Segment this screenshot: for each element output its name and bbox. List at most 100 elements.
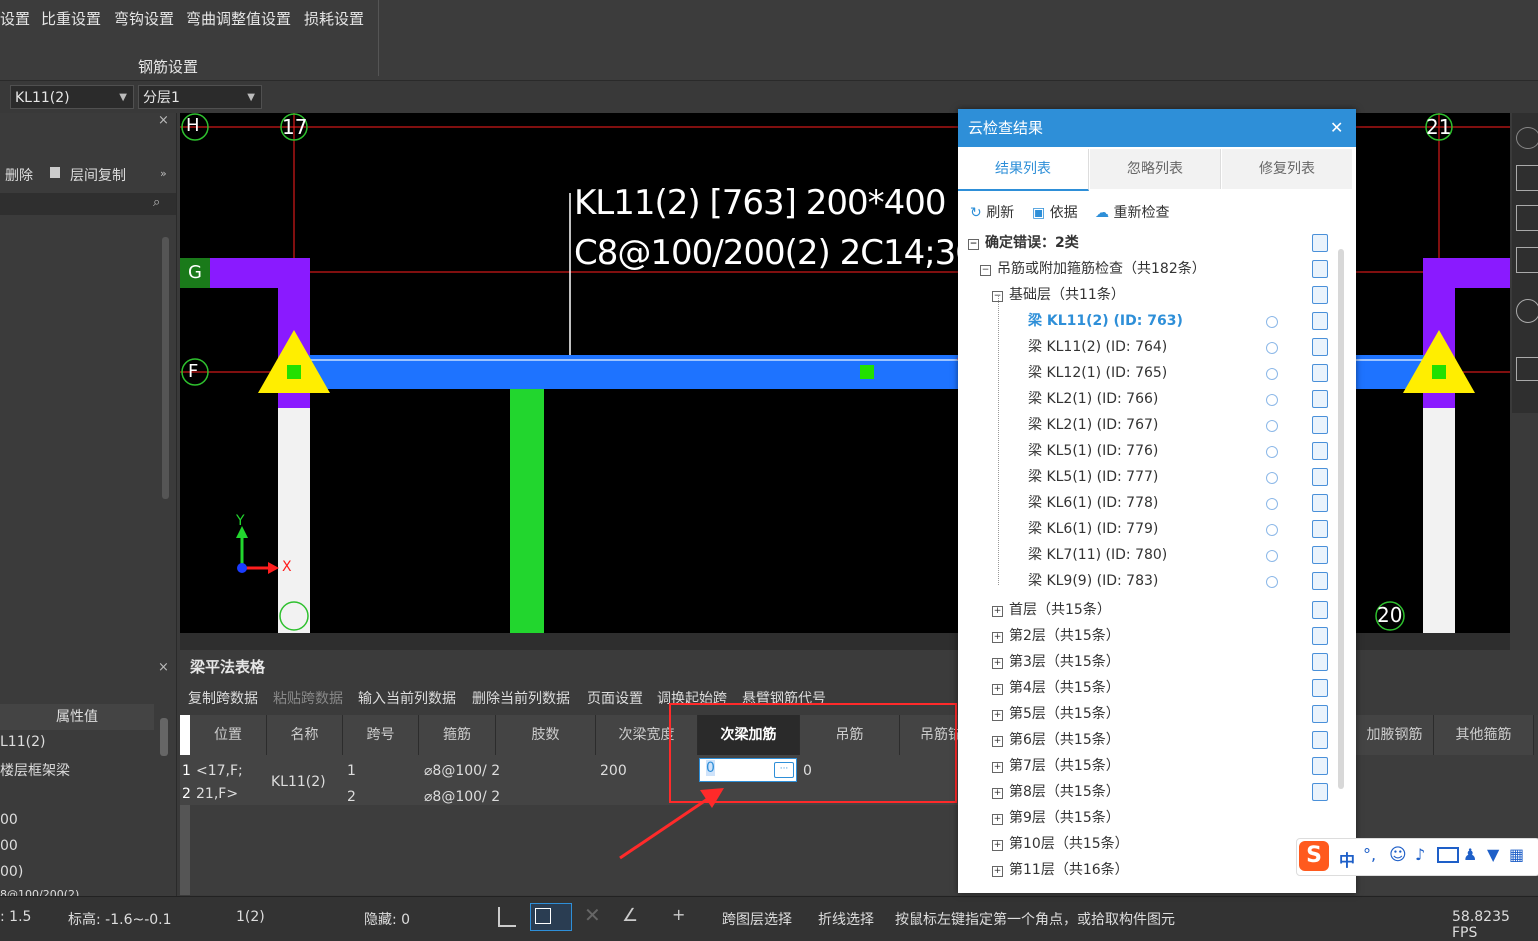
document-icon[interactable] [1312, 286, 1328, 304]
document-icon[interactable] [1312, 653, 1328, 671]
locate-icon[interactable] [1266, 420, 1278, 432]
expand-icon[interactable]: + [992, 788, 1003, 799]
tree-floor[interactable]: + 第11层（共16条） [992, 857, 1129, 883]
tree-floor[interactable]: + 第3层（共15条） [992, 649, 1120, 675]
locate-icon[interactable] [1266, 524, 1278, 536]
document-icon[interactable] [1312, 520, 1328, 538]
document-icon[interactable] [1312, 260, 1328, 278]
locate-icon[interactable] [1266, 446, 1278, 458]
expand-icon[interactable]: + [992, 710, 1003, 721]
document-icon[interactable] [1312, 364, 1328, 382]
col-stirrup[interactable]: 箍筋 [419, 715, 496, 755]
tree-category[interactable]: − 吊筋或附加箍筋检查（共182条） [980, 256, 1206, 282]
search-input[interactable] [0, 193, 176, 215]
input-column-data-button[interactable]: 输入当前列数据 [358, 688, 456, 708]
locate-icon[interactable] [1266, 576, 1278, 588]
tree-item[interactable]: 梁 KL7(11) (ID: 780) [1028, 542, 1167, 568]
col-other-stirrup[interactable]: 其他箍筋 [1434, 715, 1534, 755]
user-icon[interactable]: ♟ [1463, 845, 1477, 864]
property-value[interactable]: L11(2) [0, 734, 45, 750]
expand-icon[interactable]: + [992, 762, 1003, 773]
tree-item[interactable]: 梁 KL9(9) (ID: 783) [1028, 568, 1158, 594]
side-view-icon[interactable] [1516, 247, 1538, 273]
document-icon[interactable] [1312, 705, 1328, 723]
expand-icon[interactable]: + [992, 606, 1003, 617]
snap-off-icon[interactable]: ✕ [584, 903, 601, 927]
ortho-icon[interactable] [498, 907, 516, 927]
col-legs[interactable]: 肢数 [496, 715, 596, 755]
microphone-icon[interactable]: ♪ [1415, 845, 1425, 864]
tree-floor[interactable]: + 第10层（共15条） [992, 831, 1129, 857]
tree-floor[interactable]: + 首层（共15条） [992, 597, 1111, 623]
document-icon[interactable] [1312, 679, 1328, 697]
layer-copy-button[interactable]: 层间复制 [70, 165, 126, 185]
locate-icon[interactable] [1266, 368, 1278, 380]
col-span[interactable]: 跨号 [343, 715, 419, 755]
offset-icon[interactable]: + [672, 905, 685, 924]
ime-language[interactable]: 中 [1339, 847, 1355, 871]
cell-span[interactable]: 2 [347, 789, 356, 805]
tree-item[interactable]: 梁 KL11(2) (ID: 764) [1028, 334, 1167, 360]
cell-secondary-width[interactable]: 200 [600, 763, 627, 779]
top-view-icon[interactable] [1516, 205, 1538, 231]
select-mode-button[interactable] [530, 903, 572, 931]
grid-view-icon[interactable] [1516, 357, 1538, 381]
basis-button[interactable]: ▣ 依据 [1032, 202, 1078, 222]
layer-select[interactable]: 分层1 ▼ [138, 85, 262, 109]
cell-position[interactable]: 21,F> [196, 786, 238, 802]
component-select[interactable]: KL11(2) ▼ [10, 85, 134, 109]
tree-item[interactable]: 梁 KL2(1) (ID: 766) [1028, 386, 1158, 412]
expand-icon[interactable]: + [992, 684, 1003, 695]
tree-floor[interactable]: + 第8层（共15条） [992, 779, 1120, 805]
tree-root[interactable]: − 确定错误：2类 [968, 230, 1079, 256]
document-icon[interactable] [1312, 338, 1328, 356]
tree-item[interactable]: 梁 KL6(1) (ID: 778) [1028, 490, 1158, 516]
refresh-button[interactable]: ↻ 刷新 [970, 202, 1014, 222]
close-icon[interactable]: × [158, 113, 169, 128]
document-icon[interactable] [1312, 442, 1328, 460]
angle-icon[interactable]: ∠ [622, 905, 638, 926]
expand-icon[interactable]: + [992, 736, 1003, 747]
expand-icon[interactable]: + [992, 866, 1003, 877]
menu-icon[interactable]: ▦ [1509, 845, 1524, 864]
document-icon[interactable] [1312, 572, 1328, 590]
document-icon[interactable] [1312, 312, 1328, 330]
loss-settings-button[interactable]: 损耗设置 [304, 8, 364, 29]
delete-column-data-button[interactable]: 删除当前列数据 [472, 688, 570, 708]
tab-fixed[interactable]: 修复列表 [1222, 149, 1352, 189]
cell-stirrup[interactable]: ⌀8@100/ 2 [424, 763, 500, 779]
expand-icon[interactable]: + [992, 840, 1003, 851]
scrollbar[interactable] [162, 237, 169, 499]
hook-settings-button[interactable]: 弯钩设置 [114, 8, 174, 29]
document-icon[interactable] [1312, 494, 1328, 512]
keyboard-icon[interactable] [1437, 847, 1459, 863]
tree-floor[interactable]: + 第9层（共15条） [992, 805, 1120, 831]
settings-button[interactable]: 设置 [0, 8, 30, 29]
document-icon[interactable] [1312, 468, 1328, 486]
cell-span[interactable]: 1 [347, 763, 356, 779]
document-icon[interactable] [1312, 234, 1328, 252]
dialog-titlebar[interactable]: 云检查结果 ✕ [958, 109, 1356, 147]
3d-view-icon[interactable] [1516, 165, 1538, 191]
tree-floor[interactable]: + 第4层（共15条） [992, 675, 1120, 701]
recheck-button[interactable]: ☁ 重新检查 [1095, 202, 1169, 222]
punctuation-icon[interactable]: °, [1363, 845, 1376, 864]
document-icon[interactable] [1312, 416, 1328, 434]
scrollbar[interactable] [160, 718, 168, 756]
close-icon[interactable]: × [158, 660, 169, 675]
cell-position[interactable]: <17,F; [196, 763, 243, 779]
document-icon[interactable] [1312, 627, 1328, 645]
locate-icon[interactable] [1266, 498, 1278, 510]
ime-logo[interactable]: S [1299, 841, 1329, 871]
delete-button[interactable]: 删除 [5, 165, 33, 185]
paste-span-data-button[interactable]: 粘贴跨数据 [273, 688, 343, 708]
cell-stirrup[interactable]: ⌀8@100/ 2 [424, 789, 500, 805]
page-setup-button[interactable]: 页面设置 [587, 688, 643, 708]
document-icon[interactable] [1312, 546, 1328, 564]
locate-icon[interactable] [1266, 394, 1278, 406]
emoji-icon[interactable]: ☺ [1389, 845, 1407, 865]
locate-icon[interactable] [1266, 316, 1278, 328]
orbit-icon[interactable] [1516, 127, 1538, 149]
document-icon[interactable] [1312, 783, 1328, 801]
document-icon[interactable] [1312, 390, 1328, 408]
